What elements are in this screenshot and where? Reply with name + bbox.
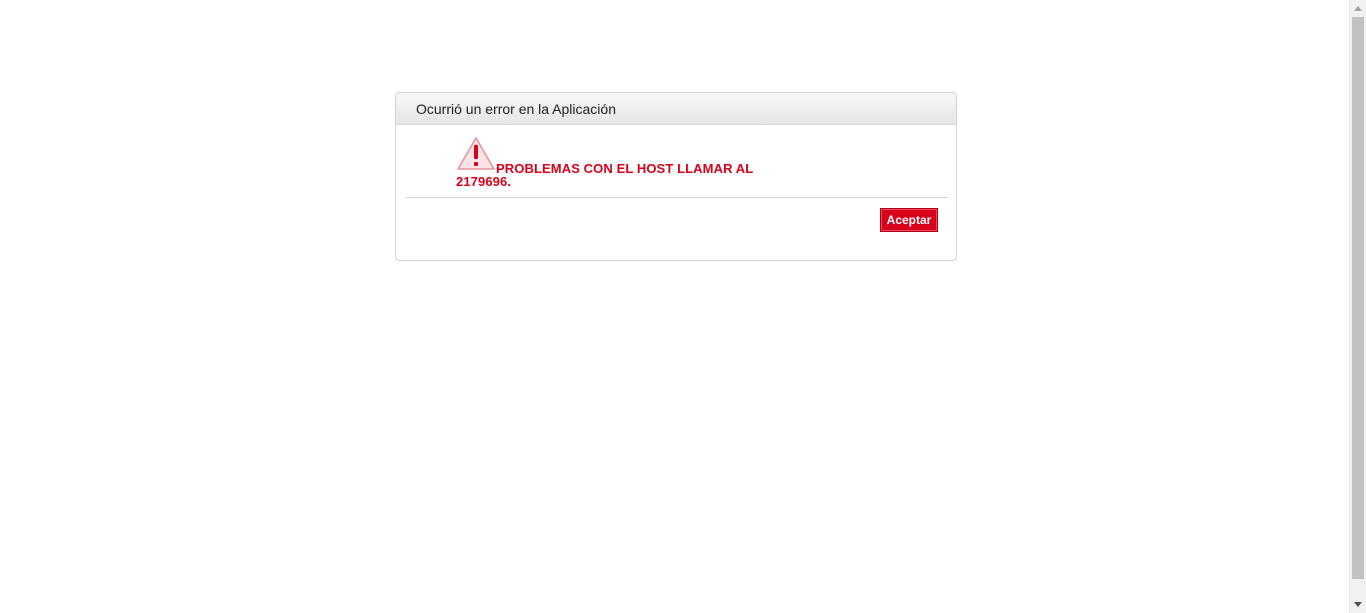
error-message: PROBLEMAS CON EL HOST LLAMAR AL 2179696. xyxy=(456,161,754,189)
scrollbar-thumb[interactable] xyxy=(1352,17,1364,579)
divider xyxy=(406,197,948,198)
dialog-title: Ocurrió un error en la Aplicación xyxy=(416,100,616,117)
scroll-up-arrow-icon[interactable] xyxy=(1350,0,1366,17)
vertical-scrollbar[interactable] xyxy=(1349,0,1366,613)
page: Ocurrió un error en la Aplicación PROBLE… xyxy=(0,0,1366,613)
dialog-header: Ocurrió un error en la Aplicación xyxy=(396,93,956,125)
accept-button[interactable]: Aceptar xyxy=(880,208,938,232)
error-dialog: Ocurrió un error en la Aplicación PROBLE… xyxy=(395,92,957,261)
scroll-down-arrow-icon[interactable] xyxy=(1350,596,1366,613)
